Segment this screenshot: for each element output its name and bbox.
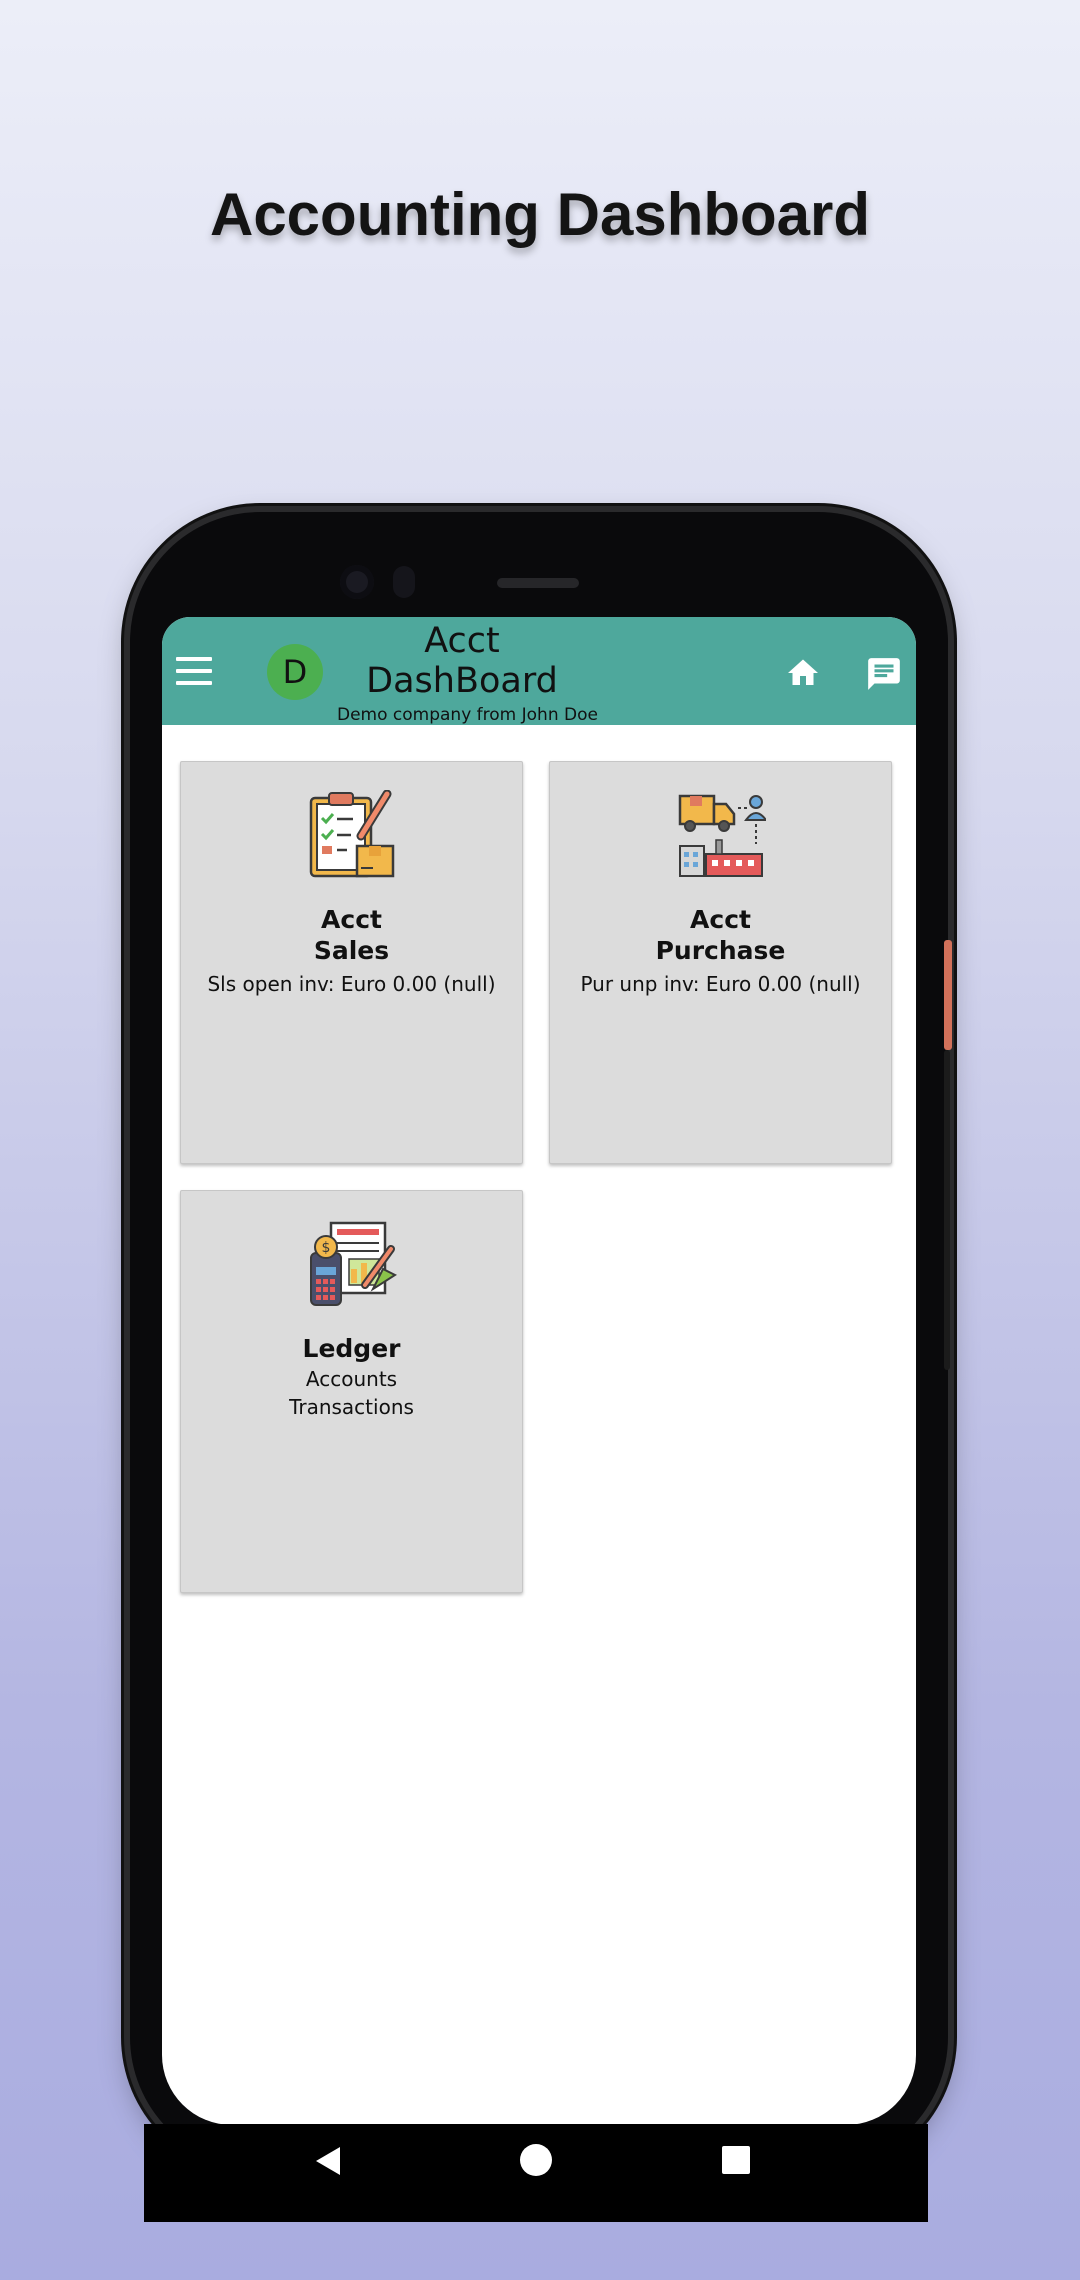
proximity-sensor: [393, 566, 415, 598]
volume-button: [944, 1050, 950, 1370]
app-title-line1: Acct: [424, 621, 500, 661]
avatar[interactable]: D: [267, 644, 323, 700]
card-subtitle-line1: Accounts: [305, 1367, 398, 1391]
menu-icon[interactable]: [176, 657, 212, 685]
home-circle-icon[interactable]: [520, 2144, 552, 2176]
purchase-truck-icon: [678, 794, 766, 877]
recents-icon[interactable]: [722, 2146, 750, 2174]
card-subtitle-line2: Transactions: [289, 1395, 414, 1419]
app-title-line2: DashBoard: [366, 661, 558, 701]
card-title: Acct Purchase: [655, 905, 786, 965]
svg-text:$: $: [322, 1240, 331, 1256]
ledger-calculator-icon: $: [310, 1221, 397, 1306]
app-title: Acct DashBoard: [332, 621, 592, 701]
power-button: [944, 940, 952, 1050]
acct-sales-card[interactable]: Acct Sales Sls open inv: Euro 0.00 (null…: [180, 761, 523, 1164]
home-icon[interactable]: [784, 655, 822, 691]
card-title: Ledger: [302, 1334, 401, 1363]
page-heading: Accounting Dashboard: [209, 181, 871, 248]
front-camera: [340, 565, 374, 599]
chat-icon[interactable]: [865, 655, 903, 693]
app-screen: D Acct DashBoard Demo company from John …: [162, 617, 916, 2125]
card-subtitle: Pur unp inv: Euro 0.00 (null): [580, 972, 861, 996]
sales-clipboard-icon: [309, 790, 395, 878]
card-title: Acct Sales: [313, 905, 390, 965]
company-subtitle: Demo company from John Doe: [337, 705, 598, 725]
ledger-card[interactable]: $ Ledger Accounts Transactions: [180, 1190, 523, 1593]
acct-purchase-card[interactable]: Acct Purchase Pur unp inv: Euro 0.00 (nu…: [549, 761, 892, 1164]
app-bar: D Acct DashBoard Demo company from John …: [162, 617, 916, 725]
earpiece-speaker: [497, 578, 579, 588]
card-subtitle: Sls open inv: Euro 0.00 (null): [207, 972, 496, 996]
system-nav-bar: [144, 2124, 928, 2222]
back-icon[interactable]: [316, 2147, 340, 2175]
